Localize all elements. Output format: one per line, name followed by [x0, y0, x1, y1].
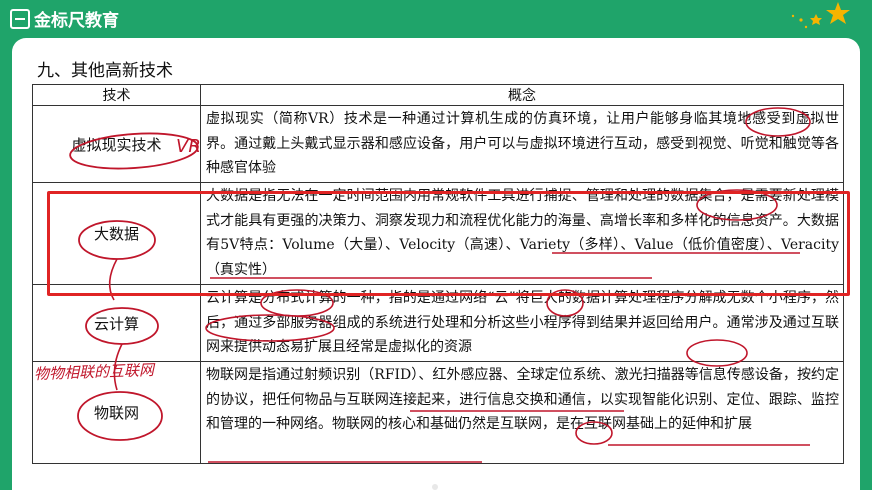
handwritten-iot-note: 物物相联的互联网 [33, 360, 155, 384]
star-icon [810, 14, 822, 25]
table-row: 虚拟现实技术 虚拟现实（简称VR）技术是一种通过计算机生成的仿真环境，让用户能够… [32, 105, 844, 183]
tech-name: 云计算 [32, 284, 201, 362]
brand-logo: 金标尺教育 [10, 6, 119, 31]
handwritten-vr-note: VR [176, 136, 201, 157]
sparkle-icon [799, 18, 803, 22]
tech-description: 云计算是分布式计算的一种，指的是通过网络“云”将巨大的数据计算处理程序分解成无数… [200, 284, 844, 362]
brand-name: 金标尺教育 [34, 11, 119, 31]
tech-description: 物联网是指通过射频识别（RFID）、红外感应器、全球定位系统、激光扫描器等信息传… [200, 361, 844, 464]
star-icon [826, 2, 850, 24]
stars-decoration-icon [791, 2, 850, 29]
brand-logo-icon [10, 8, 30, 29]
header-tech: 技术 [32, 84, 201, 106]
section-title: 九、其他高新技术 [37, 61, 173, 81]
table-header-row: 技术 概念 [32, 84, 844, 106]
tech-description: 虚拟现实（简称VR）技术是一种通过计算机生成的仿真环境，让用户能够身临其境地感受… [200, 105, 844, 183]
table-row: 云计算 云计算是分布式计算的一种，指的是通过网络“云”将巨大的数据计算处理程序分… [32, 284, 844, 362]
sparkle-icon [791, 14, 795, 18]
bottom-indicator-dot [432, 484, 438, 490]
slide-content: 九、其他高新技术 技术 概念 虚拟现实技术 虚拟现实（简称VR）技术是一种通过计… [12, 38, 860, 490]
sparkle-icon [804, 25, 808, 29]
top-bar: 金标尺教育 [0, 0, 872, 38]
header-concept: 概念 [200, 84, 844, 106]
highlight-box-big-data [47, 191, 850, 296]
